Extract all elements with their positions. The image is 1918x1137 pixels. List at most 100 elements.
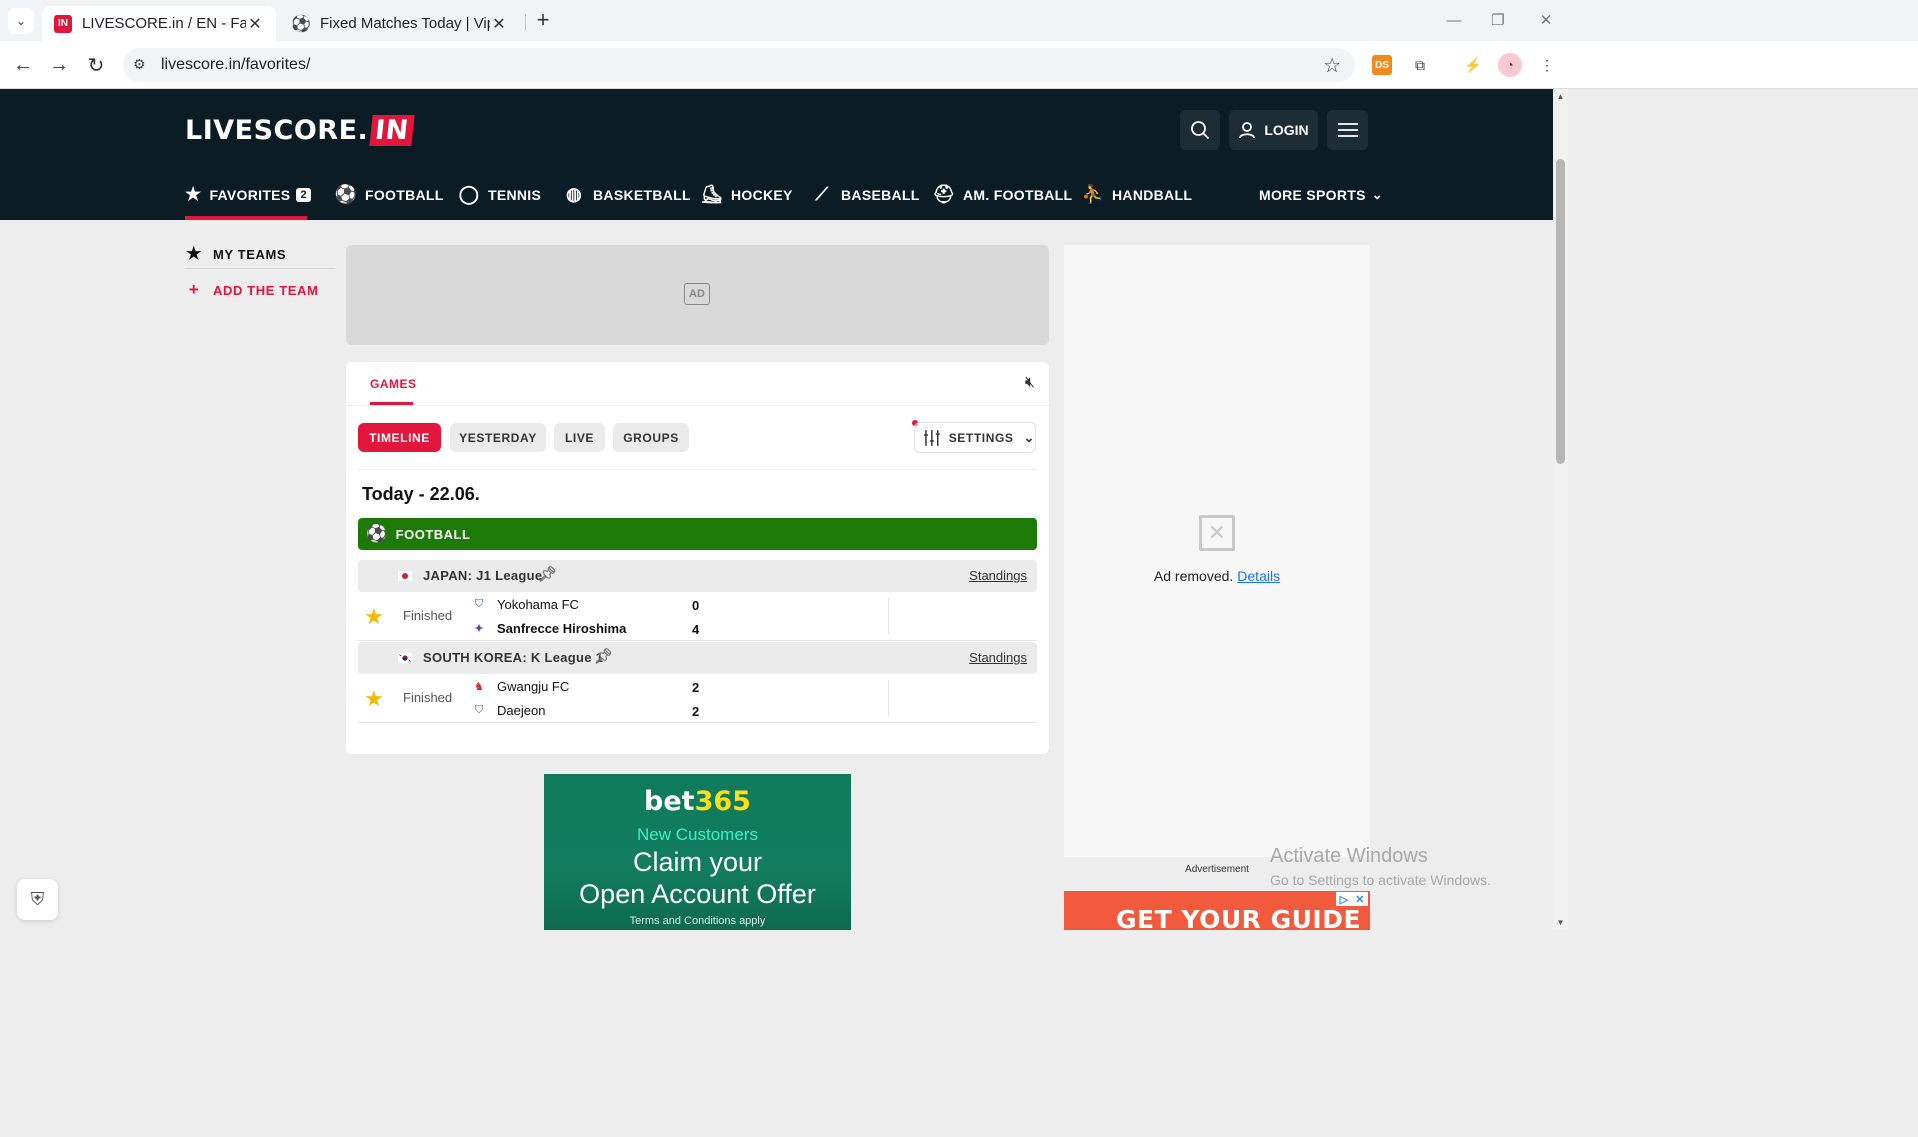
site-header: LIVESCORE. IN LOGIN ★ FAVORITES 2 ⚽ FOOTB… (0, 89, 1553, 220)
ad-placeholder: AD (346, 245, 1049, 345)
tab-games[interactable]: GAMES (370, 377, 417, 391)
livescore-favicon-icon: IN (54, 14, 72, 33)
nav-hockey[interactable]: ⛸ HOCKEY (700, 169, 793, 220)
reload-icon[interactable]: ↻ (83, 52, 109, 78)
nav-label: HANDBALL (1112, 186, 1193, 203)
pin-icon[interactable]: 📌︎ (594, 647, 613, 665)
close-window-icon[interactable]: ✕ (1526, 8, 1566, 32)
settings-button[interactable]: SETTINGS ⌄ (914, 422, 1036, 453)
filter-timeline[interactable]: TIMELINE (358, 423, 441, 452)
ad-removed-text: Ad removed. (1153, 568, 1234, 584)
sound-muted-icon[interactable]: 🔇︎ (1025, 374, 1035, 392)
nav-basketball[interactable]: ◍ BASKETBALL (563, 169, 691, 220)
page-scrollbar[interactable]: ▲ ▼ (1553, 89, 1568, 930)
filter-divider (358, 469, 1037, 470)
restore-icon[interactable]: ❐ (1478, 8, 1518, 32)
nav-label: BASEBALL (841, 186, 920, 203)
home-team: ♞ Gwangju FC (472, 679, 569, 694)
bookmark-star-icon[interactable]: ☆ (1323, 53, 1341, 78)
away-score: 2 (692, 704, 700, 719)
fixed-matches-favicon-icon: ⚽ (291, 15, 311, 33)
south-korea-flag-icon (398, 651, 412, 665)
nav-handball[interactable]: ⛹ HANDBALL (1082, 169, 1192, 220)
ad-choices-icon[interactable]: ▷ ✕ (1336, 892, 1368, 906)
extensions-puzzle-icon[interactable]: ⧉ (1408, 53, 1432, 77)
bet365-banner-ad[interactable]: bet365 New Customers Claim your Open Acc… (544, 774, 851, 930)
back-arrow-icon[interactable]: ← (10, 52, 36, 78)
pin-icon[interactable]: 📌︎ (538, 565, 557, 583)
team-name: Gwangju FC (497, 679, 570, 694)
browser-menu-icon[interactable]: ⋮ (1535, 53, 1559, 77)
ds-extension-icon[interactable]: DS (1372, 55, 1392, 75)
nav-tennis[interactable]: ◯ TENNIS (458, 169, 541, 220)
get-your-guide-ad[interactable]: GET YOUR GUIDE ▷ ✕ (1064, 891, 1370, 930)
match-row[interactable]: ★ Finished ⛉ Yokohama FC 0 ✦ Sanfrecce H… (358, 592, 1037, 641)
site-settings-icon[interactable]: ⚙ (133, 56, 146, 73)
new-tab-button[interactable]: + (531, 7, 555, 32)
nav-baseball[interactable]: ⟋ BASEBALL (811, 169, 920, 220)
filter-live[interactable]: LIVE (554, 423, 605, 452)
am-football-icon: ⛑ (932, 184, 956, 204)
bet365-logo: bet365 (544, 786, 851, 817)
bet-claim-line2: Open Account Offer (579, 879, 816, 909)
nav-label: FAVORITES (209, 186, 291, 203)
nav-more-sports[interactable]: MORE SPORTS ⌄ (1259, 169, 1383, 220)
match-divider (888, 598, 889, 634)
user-icon (1239, 122, 1256, 139)
tab-livescore[interactable]: IN LIVESCORE.in / EN - Favorites ✕ (42, 6, 276, 41)
login-button[interactable]: LOGIN (1229, 110, 1318, 150)
gwangju-crest-icon: ♞ (474, 681, 484, 693)
ad-details-link[interactable]: Details (1237, 568, 1280, 584)
tab-search-dropdown[interactable]: ⌄ (8, 8, 34, 34)
home-team: ⛉ Yokohama FC (472, 597, 579, 612)
right-ad-panel: ✕ Ad removed. Details (1064, 245, 1370, 857)
nav-am-football[interactable]: ⛑ AM. FOOTBALL (932, 169, 1073, 220)
forward-arrow-icon[interactable]: → (46, 52, 72, 78)
daejeon-crest-icon: ⛉ (474, 704, 484, 716)
league-header-south-korea[interactable]: SOUTH KOREA: K League 1 📌︎ Standings (358, 642, 1037, 674)
baseball-icon: ⟋ (815, 184, 829, 204)
livescore-logo[interactable]: LIVESCORE. IN (185, 114, 415, 146)
sidebar-label: ADD THE TEAM (213, 282, 319, 298)
nav-football[interactable]: ⚽ FOOTBALL (335, 169, 444, 220)
profile-avatar[interactable]: ◔ (1498, 53, 1522, 77)
sidebar-add-team[interactable]: + ADD THE TEAM (185, 280, 318, 300)
sport-header-label: FOOTBALL (395, 526, 471, 542)
privacy-shield-button[interactable]: ⛨ (17, 879, 58, 920)
scroll-up-arrow-icon[interactable]: ▲ (1553, 89, 1568, 104)
favorite-star-icon[interactable]: ★ (364, 686, 384, 712)
login-label: LOGIN (1264, 122, 1309, 138)
favorite-star-icon[interactable]: ★ (364, 604, 384, 630)
hamburger-menu-button[interactable] (1327, 110, 1368, 150)
sports-nav: ★ FAVORITES 2 ⚽ FOOTBALL ◯ TENNIS ◍ BASK… (185, 169, 1383, 220)
scroll-thumb[interactable] (1556, 159, 1565, 464)
filter-groups[interactable]: GROUPS (613, 423, 689, 452)
nav-favorites[interactable]: ★ FAVORITES 2 (185, 169, 311, 220)
chevron-down-icon: ⌄ (1371, 186, 1383, 202)
address-bar[interactable]: ⚙ livescore.in/favorites/ ☆ (123, 48, 1355, 82)
close-tab-icon[interactable]: ✕ (490, 14, 508, 34)
ad-removed-message: Ad removed. Details (1064, 568, 1370, 584)
performance-icon[interactable]: ⚡ (1461, 53, 1485, 77)
close-tab-icon[interactable]: ✕ (246, 14, 264, 34)
minimize-icon[interactable]: — (1434, 8, 1474, 32)
away-team: ⛉ Daejeon (472, 703, 546, 718)
sport-header-football[interactable]: ⚽ FOOTBALL (358, 518, 1037, 550)
standings-link[interactable]: Standings (969, 650, 1027, 665)
search-button[interactable] (1180, 110, 1220, 150)
standings-link[interactable]: Standings (969, 568, 1027, 583)
match-row[interactable]: ★ Finished ♞ Gwangju FC 2 ⛉ Daejeon 2 (358, 674, 1037, 723)
sidebar-divider (185, 268, 335, 269)
tab-fixed-matches[interactable]: ⚽ Fixed Matches Today | Vip Fixed ✕ (280, 6, 520, 41)
logo-in-badge: IN (369, 114, 415, 146)
sidebar-my-teams[interactable]: ★ MY TEAMS (185, 244, 286, 264)
url-text[interactable]: livescore.in/favorites/ (161, 56, 310, 74)
tab-title: LIVESCORE.in / EN - Favorites (82, 15, 246, 32)
card-divider (346, 405, 1049, 406)
nav-label: AM. FOOTBALL (963, 186, 1073, 203)
nav-label: MORE SPORTS (1259, 186, 1366, 203)
scroll-down-arrow-icon[interactable]: ▼ (1553, 915, 1568, 930)
home-score: 0 (692, 598, 700, 613)
filter-yesterday[interactable]: YESTERDAY (450, 423, 546, 452)
league-header-japan[interactable]: JAPAN: J1 League 📌︎ Standings (358, 560, 1037, 592)
